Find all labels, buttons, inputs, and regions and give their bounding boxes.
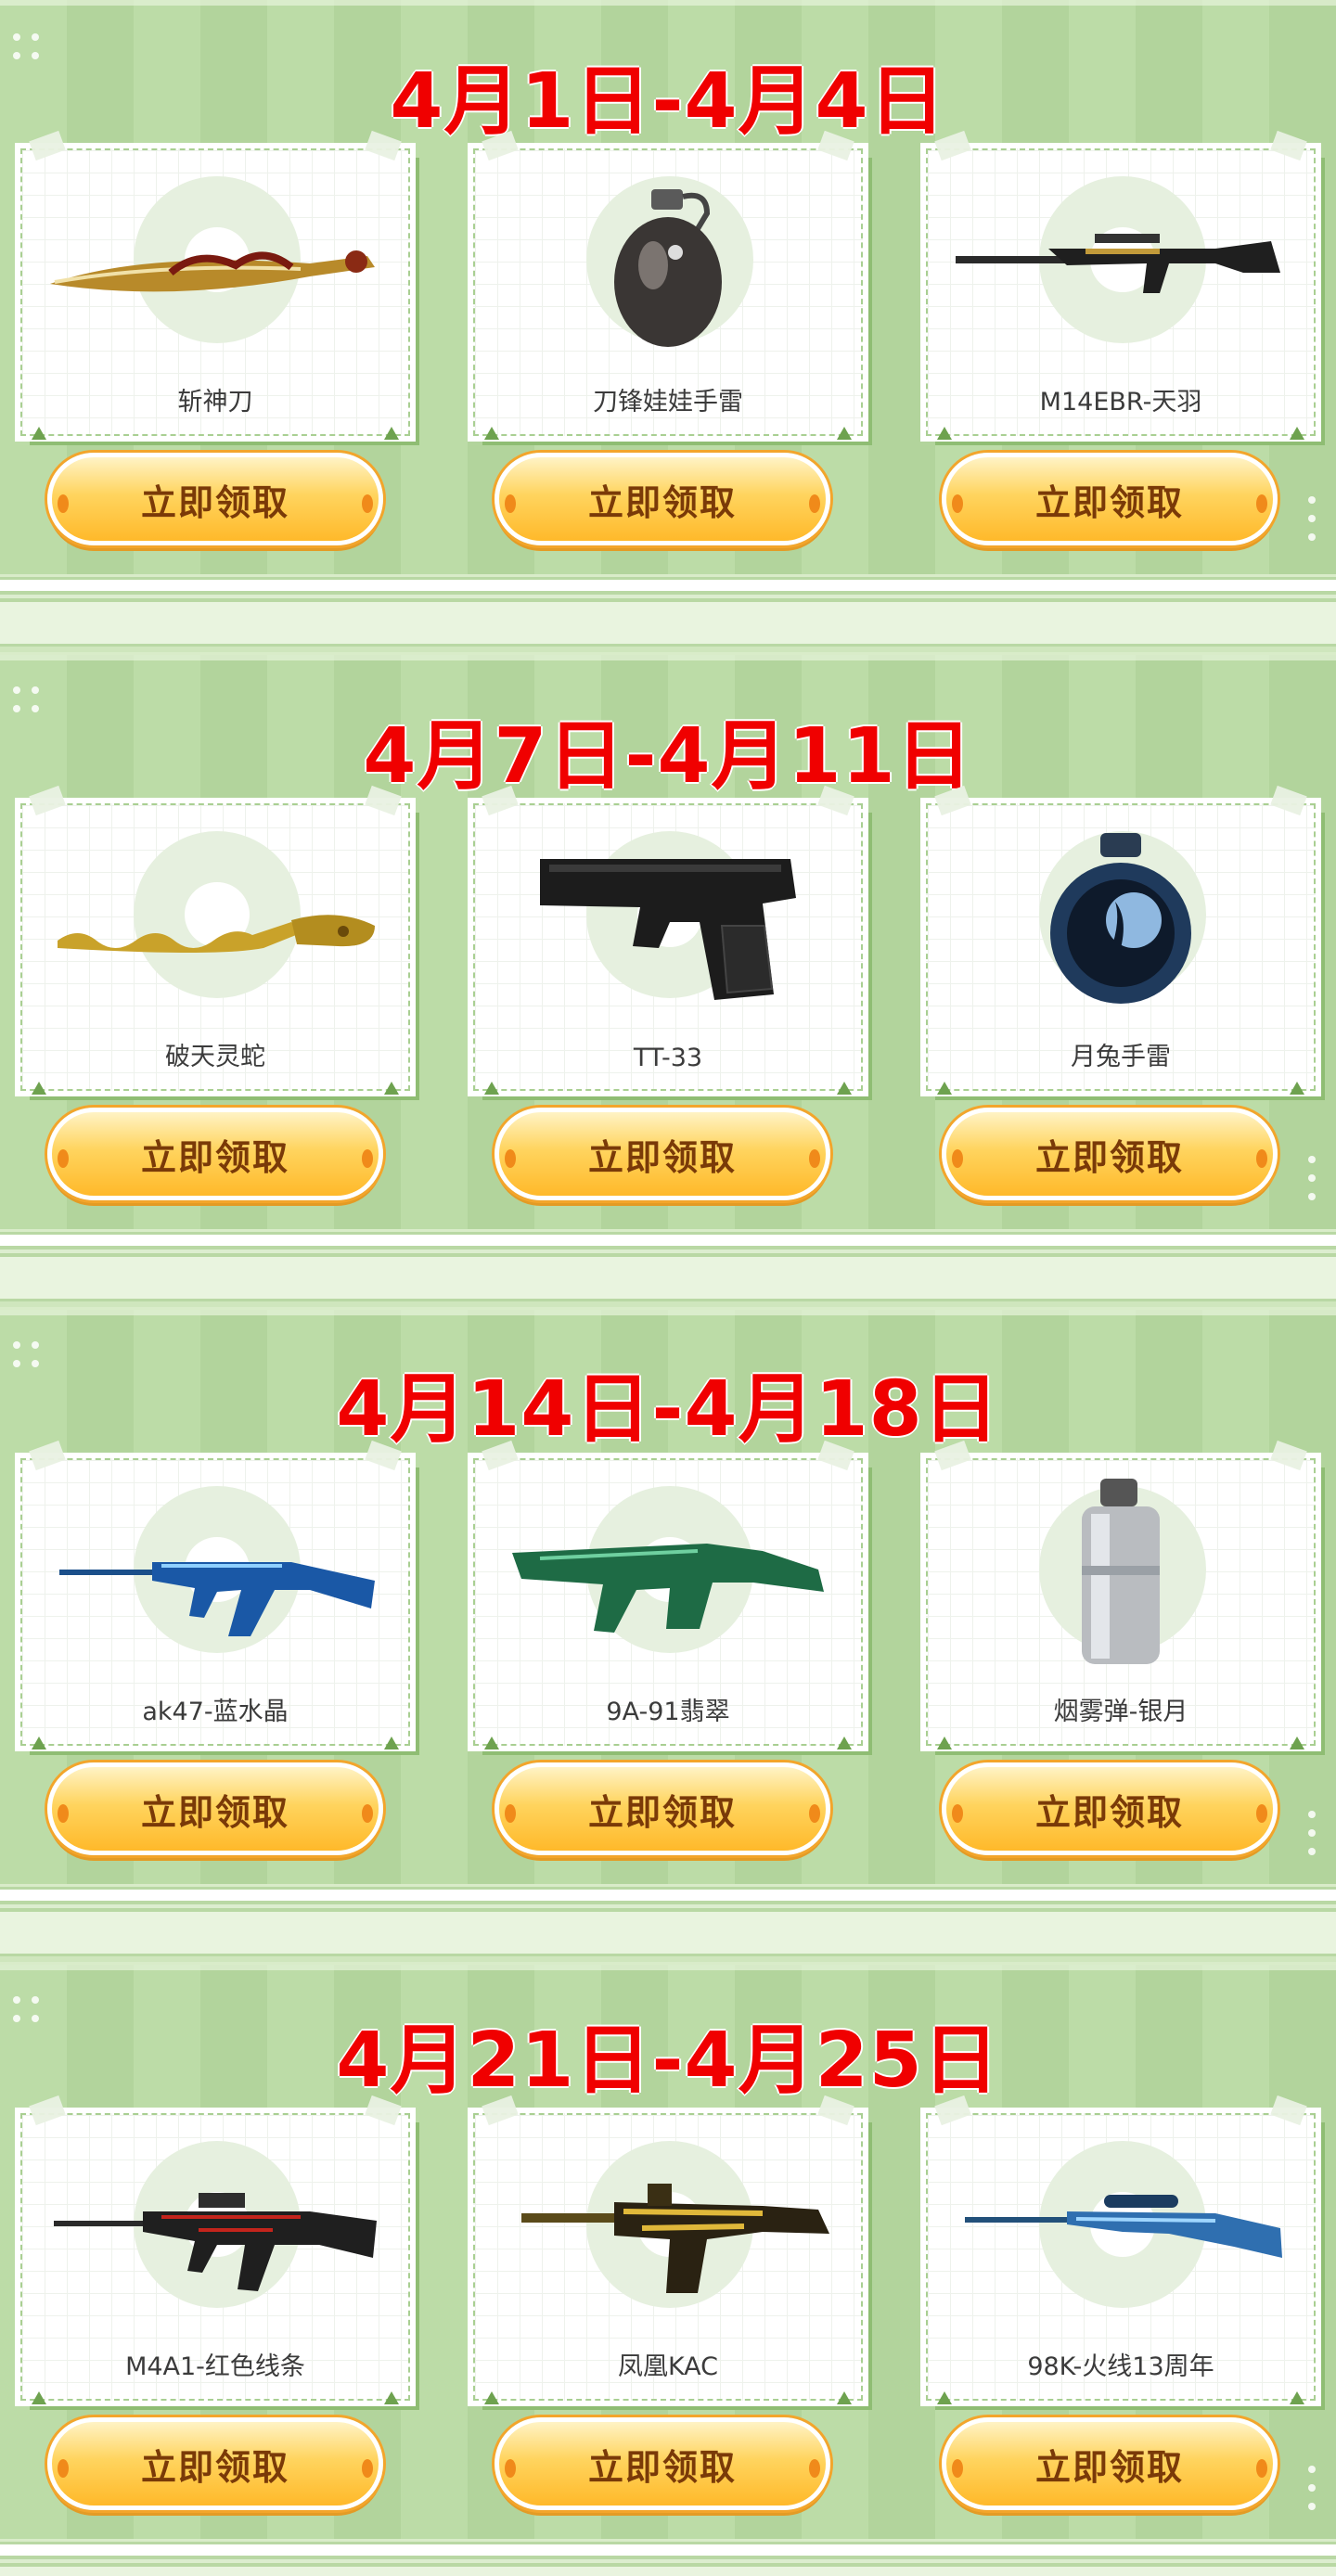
period-title: 4月1日-4月4日 (390, 58, 946, 146)
claim-button[interactable]: 立即领取 (495, 453, 830, 545)
item-name: 破天灵蛇 (165, 1043, 265, 1071)
reward-section-2: 4月7日-4月11日 破天灵蛇 立即领取 TT-33 立即领取 月兔手雷 立即领… (0, 652, 1336, 1232)
reward-card: 破天灵蛇 (15, 785, 416, 1096)
section-divider (0, 2544, 1336, 2576)
reward-card: 9A-91翡翠 (468, 1440, 868, 1751)
item-name: M14EBR-天羽 (1039, 388, 1202, 417)
section-divider (0, 1235, 1336, 1310)
item-name: 98K-火线13周年 (1027, 2352, 1214, 2381)
sniper-rifle-icon (965, 2195, 1282, 2258)
claim-button[interactable]: 立即领取 (495, 2417, 830, 2510)
item-name: M4A1-红色线条 (125, 2352, 305, 2381)
reward-section-3: 4月14日-4月18日 ak47-蓝水晶 立即领取 9A-91翡翠 立即领取 烟… (0, 1307, 1336, 1887)
smg-icon (512, 1544, 824, 1633)
claim-button[interactable]: 立即领取 (942, 1762, 1278, 1855)
reward-card: 月兔手雷 (920, 785, 1321, 1096)
item-name: 斩神刀 (177, 388, 253, 417)
machine-gun-icon (521, 2184, 829, 2293)
serpent-blade-icon (58, 915, 375, 953)
rifle-icon (956, 234, 1280, 293)
decor-dots (1306, 1156, 1317, 1208)
reward-card: M14EBR-天羽 (920, 130, 1321, 442)
reward-card: 98K-火线13周年 (920, 2095, 1321, 2406)
decor-dots (1306, 496, 1317, 548)
reward-section-1: 4月1日-4月4日 斩神刀 立即领取 刀锋娃娃手雷 立即领取 M14EBR-天羽… (0, 0, 1336, 577)
reward-card: ak47-蓝水晶 (15, 1440, 416, 1751)
item-name: 月兔手雷 (1071, 1043, 1171, 1071)
period-title: 4月14日-4月18日 (336, 1365, 1000, 1454)
item-name: 9A-91翡翠 (606, 1698, 730, 1726)
claim-button[interactable]: 立即领取 (47, 1762, 383, 1855)
reward-card: 凤凰KAC (468, 2095, 868, 2406)
event-page: 4月1日-4月4日 斩神刀 立即领取 刀锋娃娃手雷 立即领取 M14EBR-天羽… (0, 0, 1336, 2576)
pistol-icon (540, 859, 796, 1000)
item-name: 刀锋娃娃手雷 (593, 388, 743, 417)
ak47-icon (59, 1562, 375, 1636)
section-divider (0, 580, 1336, 655)
decor-dots (1306, 1811, 1317, 1863)
claim-button[interactable]: 立即领取 (495, 1762, 830, 1855)
blade-icon (50, 250, 375, 292)
smoke-grenade-icon (1082, 1479, 1160, 1664)
claim-button[interactable]: 立即领取 (942, 2417, 1278, 2510)
reward-card: M4A1-红色线条 (15, 2095, 416, 2406)
item-name: 烟雾弹-银月 (1053, 1698, 1188, 1726)
reward-card: 斩神刀 (15, 130, 416, 442)
decor-dots (1306, 2466, 1317, 2518)
section-divider (0, 1890, 1336, 1965)
item-name: ak47-蓝水晶 (142, 1698, 289, 1726)
period-title: 4月7日-4月11日 (363, 712, 973, 801)
claim-button[interactable]: 立即领取 (47, 2417, 383, 2510)
claim-button[interactable]: 立即领取 (942, 453, 1278, 545)
claim-button[interactable]: 立即领取 (495, 1108, 830, 1200)
reward-card: 烟雾弹-银月 (920, 1440, 1321, 1751)
reward-section-4: 4月21日-4月25日 M4A1-红色线条 立即领取 凤凰KAC 立即领取 98… (0, 1962, 1336, 2542)
claim-button[interactable]: 立即领取 (942, 1108, 1278, 1200)
m4a1-icon (54, 2193, 377, 2291)
claim-button[interactable]: 立即领取 (47, 1108, 383, 1200)
grenade-icon (614, 189, 722, 347)
reward-card: 刀锋娃娃手雷 (468, 130, 868, 442)
reward-card: TT-33 (468, 785, 868, 1096)
item-name: 凤凰KAC (617, 2352, 719, 2381)
period-title: 4月21日-4月25日 (336, 2017, 1000, 2105)
claim-button[interactable]: 立即领取 (47, 453, 383, 545)
moon-grenade-icon (1050, 833, 1191, 1004)
item-name: TT-33 (633, 1044, 703, 1072)
